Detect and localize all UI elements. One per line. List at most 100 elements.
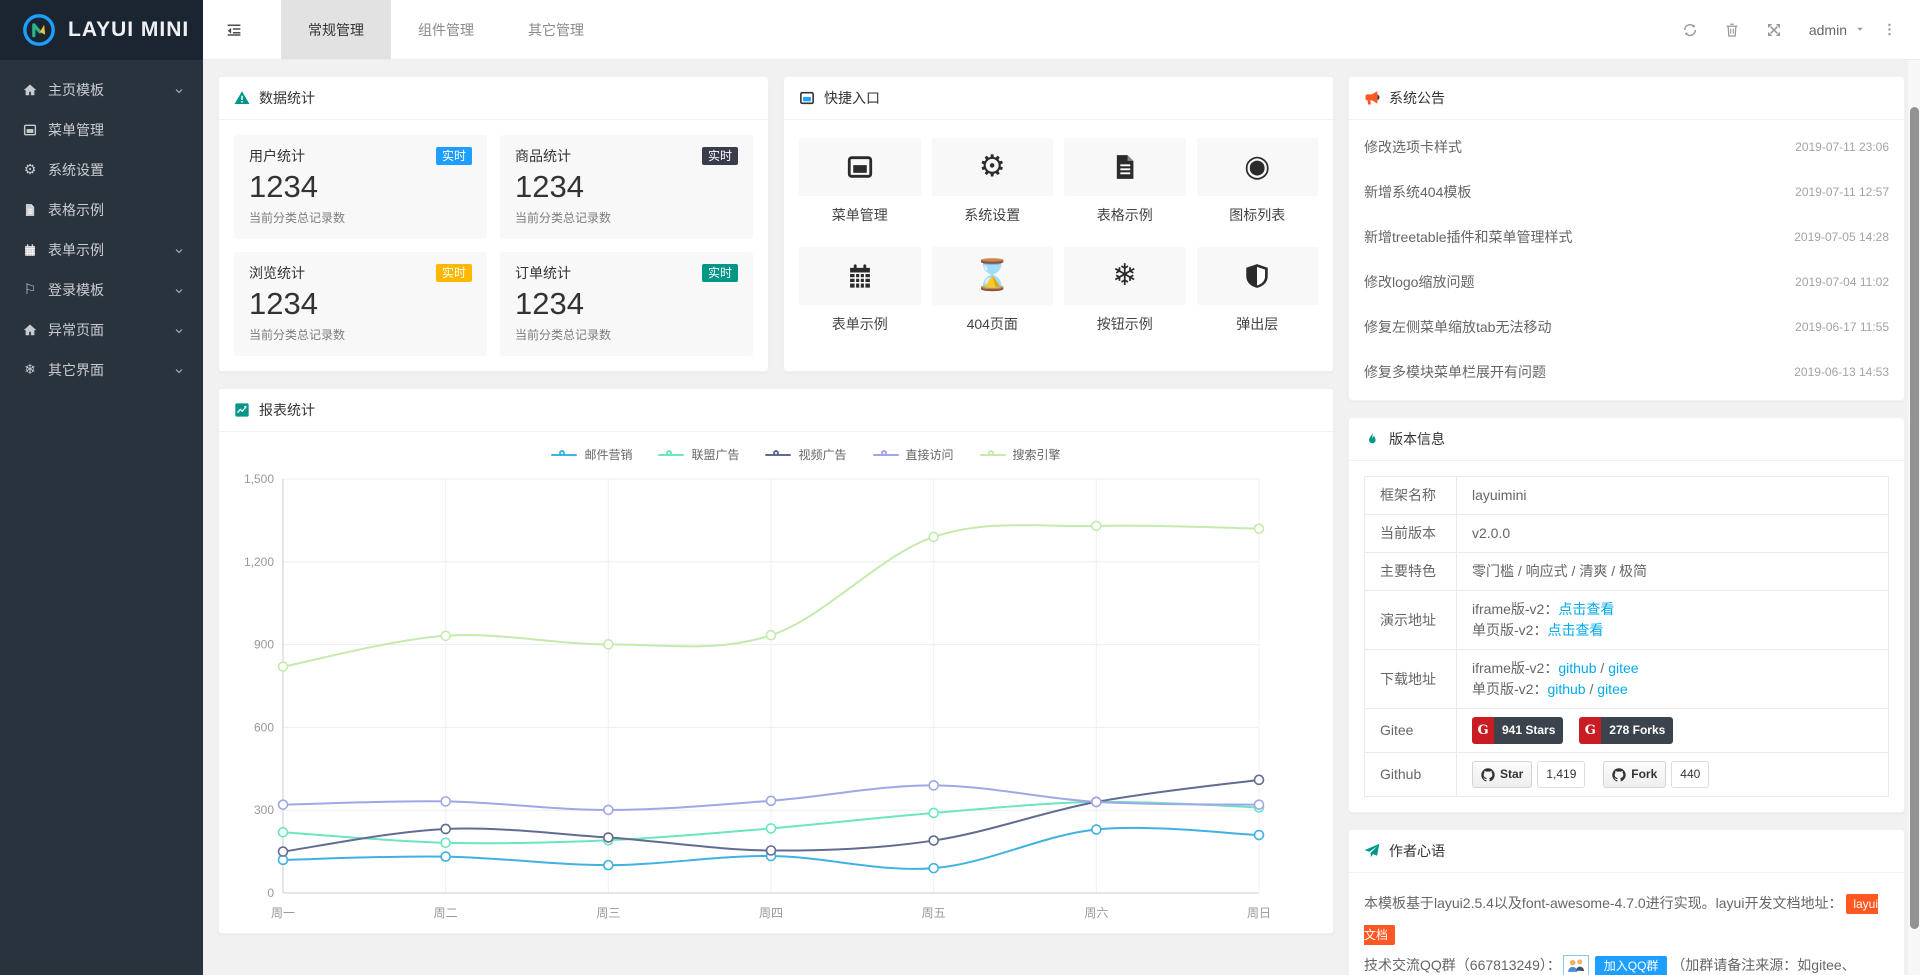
quick-item-form-example[interactable]: 表单示例	[799, 247, 921, 334]
github-fork-count[interactable]: 440	[1671, 761, 1709, 788]
status-badge: 实时	[436, 147, 472, 165]
legend-marker-icon	[980, 450, 1006, 460]
file-text-icon	[1111, 153, 1139, 181]
download-spa-gitee-link[interactable]: gitee	[1597, 681, 1627, 697]
svg-text:1,500: 1,500	[244, 472, 274, 486]
sidebar-item-form-example[interactable]: 表单示例	[0, 230, 203, 270]
download-spa-github-link[interactable]: github	[1547, 681, 1585, 697]
caret-down-icon	[1854, 22, 1866, 38]
panel-title: 版本信息	[1389, 429, 1445, 449]
quick-item-menu-management[interactable]: 菜单管理	[799, 138, 921, 225]
download-iframe-github-link[interactable]: github	[1558, 660, 1596, 676]
join-qq-group-badge[interactable]: 加入QQ群	[1595, 956, 1668, 975]
flag-icon: ⚐	[21, 282, 39, 298]
demo-iframe-link[interactable]: 点击查看	[1558, 601, 1614, 617]
report-line-chart: 03006009001,2001,500周一周二周三周四周五周六周日	[219, 465, 1303, 933]
panel-data-statistics: 数据统计 用户统计 实时 1234 当前分类总记录数	[218, 76, 769, 372]
legend-item-email-marketing[interactable]: 邮件营销	[551, 446, 632, 463]
snowflake-icon: ❄	[21, 362, 39, 378]
quick-item-404-page[interactable]: ⌛ 404页面	[932, 247, 1054, 334]
tab-component-management[interactable]: 组件管理	[391, 0, 501, 59]
octocat-icon	[1612, 768, 1626, 782]
sidebar-item-menu-management[interactable]: 菜单管理	[0, 110, 203, 150]
quick-item-popup-layer[interactable]: 弹出层	[1197, 247, 1319, 334]
panel-quick-entry: 快捷入口 菜单管理 ⚙ 系统设置 表格示	[783, 76, 1334, 372]
demo-spa-link[interactable]: 点击查看	[1547, 622, 1603, 638]
quick-item-table-example[interactable]: 表格示例	[1064, 138, 1186, 225]
sidebar-item-home-template[interactable]: 主页模板	[0, 70, 203, 110]
main-features: 零门槛 / 响应式 / 清爽 / 极简	[1457, 553, 1889, 591]
svg-text:周四: 周四	[759, 906, 783, 920]
kebab-menu-icon[interactable]	[1876, 22, 1902, 37]
panel-system-announcements: 系统公告 修改选项卡样式 2019-07-11 23:06 新增系统404模板 …	[1348, 76, 1905, 401]
paper-plane-icon	[1364, 843, 1380, 859]
layui-n-logo-icon	[22, 13, 56, 47]
dot-circle-icon: ◉	[1244, 152, 1270, 182]
demo-links: iframe版-v2：点击查看 单页版-v2：点击查看	[1457, 591, 1889, 650]
app-title: LAYUI MINI	[68, 18, 189, 42]
svg-text:周二: 周二	[434, 906, 458, 920]
home-icon	[21, 323, 39, 337]
panel-report-statistics: 报表统计 邮件营销 联盟广告 视频广告 直接访问	[218, 388, 1334, 934]
quick-item-icon-list[interactable]: ◉ 图标列表	[1197, 138, 1319, 225]
github-fork-widget: Fork 440	[1603, 761, 1709, 788]
quick-item-system-settings[interactable]: ⚙ 系统设置	[932, 138, 1054, 225]
stat-value: 1234	[515, 167, 738, 207]
table-row: 框架名称 layuimini	[1365, 477, 1889, 515]
announcement-row: 修复左侧菜单缩放tab无法移动 2019-06-17 11:55	[1364, 304, 1889, 349]
legend-item-direct-visit[interactable]: 直接访问	[873, 446, 954, 463]
gitee-logo-icon: G	[1579, 717, 1601, 744]
main-content: 数据统计 用户统计 实时 1234 当前分类总记录数	[203, 60, 1920, 975]
download-links: iframe版-v2：github / gitee 单页版-v2：github …	[1457, 650, 1889, 709]
scrollbar-thumb[interactable]	[1910, 107, 1919, 929]
refresh-icon[interactable]	[1669, 22, 1711, 38]
github-fork-button[interactable]: Fork	[1603, 761, 1666, 788]
gitee-forks-badge[interactable]: G 278 Forks	[1579, 717, 1673, 744]
legend-item-search-engine[interactable]: 搜索引擎	[980, 446, 1061, 463]
framework-name: layuimini	[1457, 477, 1889, 515]
github-star-button[interactable]: Star	[1472, 761, 1532, 788]
panel-title: 报表统计	[259, 400, 315, 420]
home-icon	[21, 83, 39, 97]
sidebar-item-system-settings[interactable]: ⚙ 系统设置	[0, 150, 203, 190]
sidebar-item-table-example[interactable]: 表格示例	[0, 190, 203, 230]
sidebar-nav: 主页模板 菜单管理 ⚙ 系统设置 表格示例 表单示例 ⚐ 登录模板 异常页面	[0, 60, 203, 390]
github-widgets: Star 1,419 Fork 440	[1457, 753, 1889, 797]
gitee-stars-badge[interactable]: G 941 Stars	[1472, 717, 1563, 744]
bullhorn-icon	[1364, 90, 1380, 106]
stat-card-views: 浏览统计 实时 1234 当前分类总记录数	[234, 252, 487, 356]
trash-icon[interactable]	[1711, 22, 1753, 38]
github-star-count[interactable]: 1,419	[1537, 761, 1585, 788]
tab-other-management[interactable]: 其它管理	[501, 0, 611, 59]
username: admin	[1809, 22, 1847, 38]
download-iframe-gitee-link[interactable]: gitee	[1608, 660, 1638, 676]
panel-title: 系统公告	[1389, 88, 1445, 108]
author-paragraph-2: 技术交流QQ群（667813249）： 加入QQ群 （加群请备注来源：如gite…	[1364, 950, 1889, 975]
sidebar-item-other-ui[interactable]: ❄ 其它界面	[0, 350, 203, 390]
quick-item-button-example[interactable]: ❄ 按钮示例	[1064, 247, 1186, 334]
tab-general-management[interactable]: 常规管理	[281, 0, 391, 59]
sidebar-item-error-pages[interactable]: 异常页面	[0, 310, 203, 350]
legend-item-affiliate-ads[interactable]: 联盟广告	[658, 446, 739, 463]
stat-card-orders: 订单统计 实时 1234 当前分类总记录数	[500, 252, 753, 356]
panel-title: 作者心语	[1389, 841, 1445, 861]
window-restore-icon	[799, 90, 815, 106]
snowflake-icon: ❄	[1112, 261, 1137, 291]
shield-icon	[1243, 262, 1271, 290]
file-text-icon	[21, 203, 39, 217]
legend-item-video-ads[interactable]: 视频广告	[765, 446, 846, 463]
user-menu[interactable]: admin	[1809, 22, 1866, 38]
legend-marker-icon	[873, 450, 899, 460]
stat-card-users: 用户统计 实时 1234 当前分类总记录数	[234, 135, 487, 239]
svg-text:周三: 周三	[596, 906, 620, 920]
gitee-badges: G 941 Stars G 278 Forks	[1457, 709, 1889, 753]
sidebar: LAYUI MINI 主页模板 菜单管理 ⚙ 系统设置 表格示例 表单示例 ⚐ …	[0, 0, 203, 975]
status-badge: 实时	[436, 264, 472, 282]
svg-text:周六: 周六	[1084, 906, 1108, 920]
fullscreen-icon[interactable]	[1753, 22, 1795, 38]
sidebar-item-login-template[interactable]: ⚐ 登录模板	[0, 270, 203, 310]
menu-fold-icon[interactable]	[203, 0, 265, 59]
app-logo[interactable]: LAYUI MINI	[0, 0, 203, 60]
stat-value: 1234	[249, 167, 472, 207]
svg-text:1,200: 1,200	[244, 555, 274, 569]
